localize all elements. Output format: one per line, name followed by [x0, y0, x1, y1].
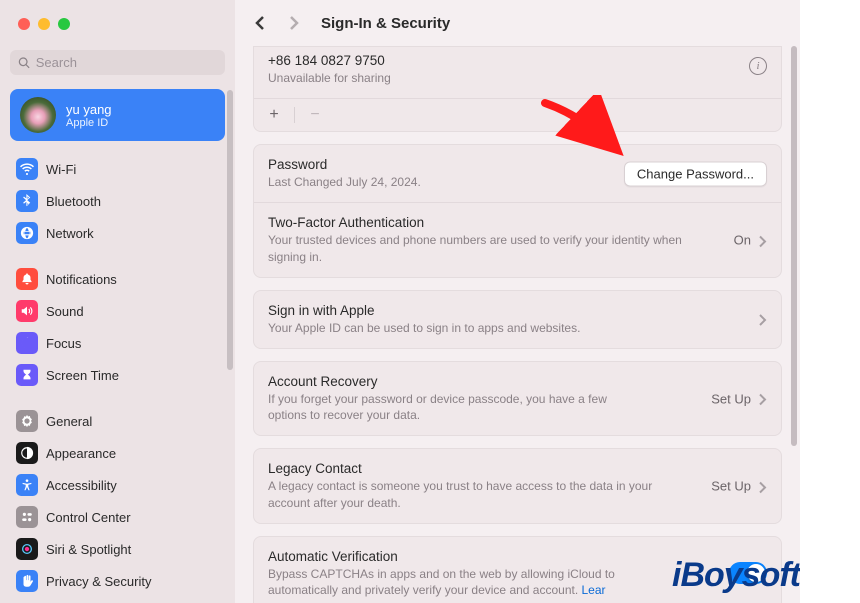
wifi-icon [20, 162, 34, 176]
apple-id-account-row[interactable]: yu yang Apple ID [10, 89, 225, 141]
legacy-contact-card[interactable]: Legacy Contact A legacy contact is someo… [253, 448, 782, 523]
page-title: Sign-In & Security [321, 15, 450, 32]
avatar [20, 97, 56, 133]
sidebar-item-label: Bluetooth [46, 194, 101, 209]
search-input[interactable] [36, 55, 217, 70]
sidebar-item-privacy-security[interactable]: Privacy & Security [10, 565, 225, 597]
watermark: iBoysoft [672, 556, 800, 595]
moon-icon [20, 336, 34, 350]
password-row: Password Last Changed July 24, 2024. Cha… [254, 145, 781, 202]
account-sub: Apple ID [66, 117, 112, 129]
network-icon [20, 226, 34, 240]
sidebar-item-label: Network [46, 226, 94, 241]
legacy-value: Set Up [711, 479, 751, 494]
sidebar-item-label: Wi-Fi [46, 162, 76, 177]
sidebar: yu yang Apple ID Wi-Fi Bluetooth Network [0, 0, 235, 603]
search-field[interactable] [10, 50, 225, 75]
two-factor-row[interactable]: Two-Factor Authentication Your trusted d… [254, 202, 781, 276]
sound-icon [20, 304, 34, 318]
sidebar-item-label: Focus [46, 336, 81, 351]
add-phone-button[interactable]: + [264, 105, 284, 125]
phone-status: Unavailable for sharing [268, 70, 767, 86]
sidebar-item-control-center[interactable]: Control Center [10, 501, 225, 533]
minimize-window-button[interactable] [38, 18, 50, 30]
sidebar-item-general[interactable]: General [10, 405, 225, 437]
siwa-desc: Your Apple ID can be used to sign in to … [268, 320, 767, 336]
sidebar-item-label: Control Center [46, 510, 131, 525]
sidebar-item-wifi[interactable]: Wi-Fi [10, 153, 225, 185]
system-settings-window: yu yang Apple ID Wi-Fi Bluetooth Network [0, 0, 800, 603]
close-window-button[interactable] [18, 18, 30, 30]
sidebar-item-focus[interactable]: Focus [10, 327, 225, 359]
sidebar-item-screen-time[interactable]: Screen Time [10, 359, 225, 391]
control-center-icon [20, 510, 34, 524]
hourglass-icon [20, 368, 34, 382]
back-button[interactable] [251, 13, 271, 33]
sidebar-item-bluetooth[interactable]: Bluetooth [10, 185, 225, 217]
sidebar-item-label: Sound [46, 304, 84, 319]
sign-in-with-apple-card[interactable]: Sign in with Apple Your Apple ID can be … [253, 290, 782, 349]
bluetooth-icon [20, 194, 34, 208]
phone-numbers-card: +86 184 0827 9750 Unavailable for sharin… [253, 46, 782, 132]
sidebar-item-accessibility[interactable]: Accessibility [10, 469, 225, 501]
change-password-button[interactable]: Change Password... [624, 161, 767, 186]
accessibility-icon [20, 478, 34, 492]
twofa-title: Two-Factor Authentication [268, 215, 767, 230]
info-icon[interactable]: i [749, 57, 767, 75]
sidebar-item-appearance[interactable]: Appearance [10, 437, 225, 469]
phone-number: +86 184 0827 9750 [268, 53, 767, 68]
hand-icon [20, 574, 34, 588]
password-card: Password Last Changed July 24, 2024. Cha… [253, 144, 782, 278]
remove-phone-button[interactable]: − [305, 105, 325, 125]
siwa-title: Sign in with Apple [268, 303, 767, 318]
chevron-right-icon [759, 480, 767, 492]
sidebar-item-label: Appearance [46, 446, 116, 461]
forward-button[interactable] [283, 13, 303, 33]
gear-icon [20, 414, 34, 428]
sidebar-item-label: Notifications [46, 272, 117, 287]
sidebar-item-label: General [46, 414, 92, 429]
window-controls [18, 18, 70, 30]
twofa-value: On [734, 233, 751, 248]
learn-more-link[interactable]: Lear [582, 583, 606, 597]
recovery-title: Account Recovery [268, 374, 767, 389]
sidebar-scrollbar[interactable] [227, 90, 233, 370]
twofa-desc: Your trusted devices and phone numbers a… [268, 232, 688, 264]
sidebar-item-label: Siri & Spotlight [46, 542, 131, 557]
chevron-right-icon [759, 234, 767, 246]
sidebar-item-sound[interactable]: Sound [10, 295, 225, 327]
sidebar-list: Wi-Fi Bluetooth Network Notifications [10, 153, 225, 597]
sidebar-item-label: Accessibility [46, 478, 117, 493]
siri-icon [20, 542, 34, 556]
chevron-right-icon [759, 313, 767, 325]
chevron-left-icon [255, 16, 267, 30]
chevron-right-icon [287, 16, 299, 30]
titlebar: Sign-In & Security [235, 0, 800, 46]
recovery-desc: If you forget your password or device pa… [268, 391, 648, 423]
main-scrollbar[interactable] [791, 46, 797, 446]
fullscreen-window-button[interactable] [58, 18, 70, 30]
search-icon [18, 56, 31, 70]
content-area: +86 184 0827 9750 Unavailable for sharin… [235, 46, 800, 603]
chevron-right-icon [759, 393, 767, 405]
account-name: yu yang [66, 102, 112, 117]
sidebar-item-siri-spotlight[interactable]: Siri & Spotlight [10, 533, 225, 565]
recovery-value: Set Up [711, 391, 751, 406]
bell-icon [20, 272, 34, 286]
sidebar-item-network[interactable]: Network [10, 217, 225, 249]
appearance-icon [20, 446, 34, 460]
account-recovery-card[interactable]: Account Recovery If you forget your pass… [253, 361, 782, 436]
sidebar-item-notifications[interactable]: Notifications [10, 263, 225, 295]
sidebar-item-label: Screen Time [46, 368, 119, 383]
main-panel: Sign-In & Security +86 184 0827 9750 Una… [235, 0, 800, 603]
sidebar-item-label: Privacy & Security [46, 574, 151, 589]
autoverify-desc: Bypass CAPTCHAs in apps and on the web b… [268, 566, 668, 598]
legacy-desc: A legacy contact is someone you trust to… [268, 478, 688, 510]
legacy-title: Legacy Contact [268, 461, 767, 476]
